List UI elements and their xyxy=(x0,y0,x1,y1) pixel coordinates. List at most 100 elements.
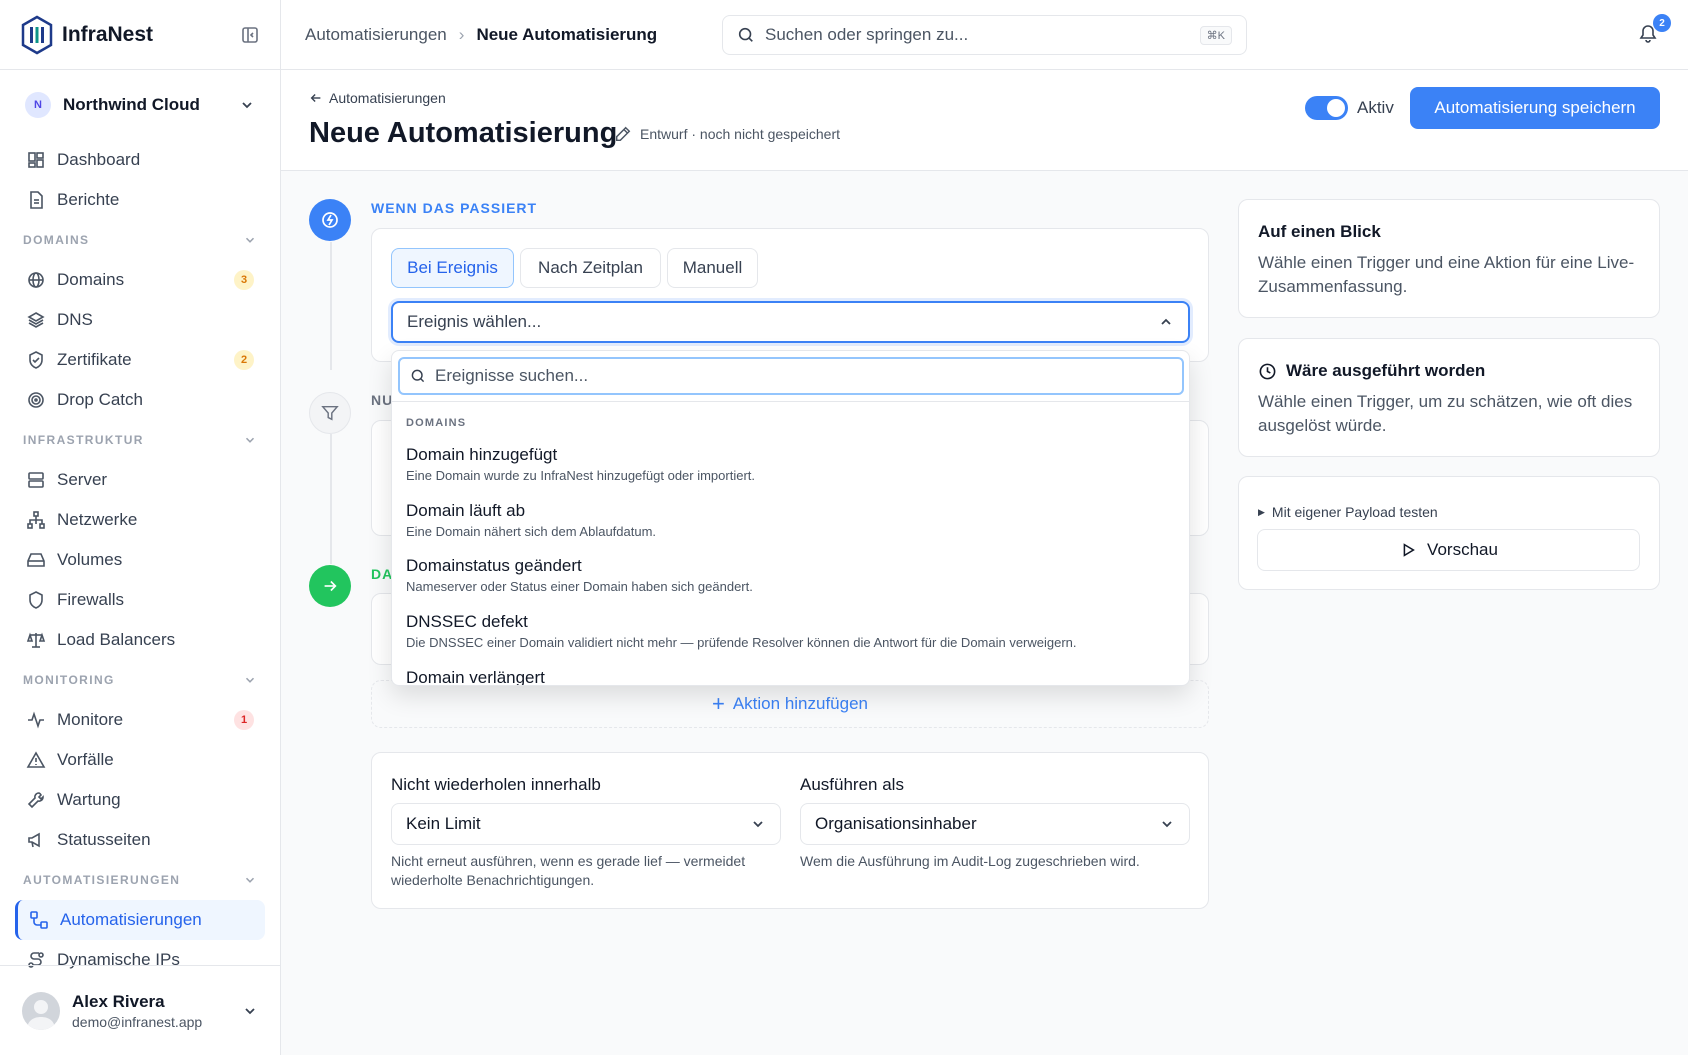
trigger-step-icon xyxy=(309,199,351,241)
sidebar-item-label: Zertifikate xyxy=(57,350,132,369)
sidebar-item-label: Automatisierungen xyxy=(60,910,202,929)
sidebar-item-netzwerke[interactable]: Netzwerke xyxy=(0,500,280,540)
arrow-right-icon xyxy=(324,580,337,592)
event-select-placeholder: Ereignis wählen... xyxy=(407,312,542,331)
no-repeat-value: Kein Limit xyxy=(406,814,481,833)
section-automatisierungen[interactable]: AUTOMATISIERUNGEN xyxy=(0,860,280,900)
glance-title: Auf einen Blick xyxy=(1258,222,1381,241)
sidebar-item-drop-catch[interactable]: Drop Catch xyxy=(0,380,280,420)
alert-triangle-icon xyxy=(26,751,46,768)
chevron-down-icon xyxy=(242,102,252,109)
sidebar-item-label: Wartung xyxy=(57,790,121,809)
user-silhouette-icon xyxy=(27,999,55,1030)
topbar: Automatisierungen › Neue Automatisierung… xyxy=(281,0,1688,70)
user-name: Alex Rivera xyxy=(72,991,165,1011)
section-infrastruktur[interactable]: INFRASTRUKTUR xyxy=(0,420,280,460)
sidebar-item-zertifikate[interactable]: Zertifikate 2 xyxy=(0,340,280,380)
chevron-down-icon xyxy=(245,677,255,683)
event-option[interactable]: Domain läuft ab Eine Domain nähert sich … xyxy=(406,501,656,539)
settings-card: Nicht wiederholen innerhalb Kein Limit N… xyxy=(371,752,1209,909)
sidebar-item-firewalls[interactable]: Firewalls xyxy=(0,580,280,620)
run-as-value: Organisationsinhaber xyxy=(815,814,977,833)
section-domains[interactable]: DOMAINS xyxy=(0,220,280,260)
payload-label: Mit eigener Payload testen xyxy=(1271,504,1438,520)
notifications-button[interactable]: 2 xyxy=(1638,14,1671,45)
event-option[interactable]: DNSSEC defekt Die DNSSEC einer Domain va… xyxy=(406,612,1077,650)
sidebar-item-berichte[interactable]: Berichte xyxy=(0,180,280,220)
global-search-input[interactable]: Suchen oder springen zu... ⌘K xyxy=(722,15,1247,55)
save-automation-button[interactable]: Automatisierung speichern xyxy=(1410,87,1660,129)
step-connector xyxy=(330,434,332,564)
hard-drive-icon xyxy=(27,553,45,567)
would-run-body: Wähle einen Trigger, um zu schätzen, wie… xyxy=(1258,392,1633,435)
section-title: INFRASTRUKTUR xyxy=(23,433,144,447)
user-menu[interactable]: Alex Rivera demo@infranest.app xyxy=(0,965,280,1055)
sidebar-item-monitore[interactable]: Monitore 1 xyxy=(0,700,280,740)
sidebar-item-dashboard[interactable]: Dashboard xyxy=(0,140,280,180)
count-badge: 3 xyxy=(234,270,254,290)
chevron-down-icon xyxy=(245,1007,255,1014)
workflow-icon xyxy=(30,911,48,929)
draft-status: Entwurf · noch nicht gespeichert xyxy=(640,126,840,142)
run-as-label: Ausführen als xyxy=(800,775,904,794)
event-option[interactable]: Domain verlängert xyxy=(406,668,545,685)
add-action-button[interactable]: + Aktion hinzufügen xyxy=(371,680,1209,728)
trigger-step-label: WENN DAS PASSIERT xyxy=(371,200,538,216)
would-run-card: Wäre ausgeführt worden Wähle einen Trigg… xyxy=(1238,338,1660,457)
option-title: DNSSEC defekt xyxy=(406,612,528,631)
page-title: Neue Automatisierung xyxy=(309,117,618,149)
event-option[interactable]: Domainstatus geändert Nameserver oder St… xyxy=(406,556,753,594)
no-repeat-label: Nicht wiederholen innerhalb xyxy=(391,775,601,794)
clock-icon xyxy=(1259,363,1276,379)
tab-nach-zeitplan[interactable]: Nach Zeitplan xyxy=(520,248,661,288)
dashboard-icon xyxy=(28,152,44,168)
section-monitoring[interactable]: MONITORING xyxy=(0,660,280,700)
event-search-input[interactable]: Ereignisse suchen... xyxy=(398,357,1184,395)
org-switcher[interactable]: N Northwind Cloud xyxy=(0,70,280,140)
lightning-icon xyxy=(322,212,338,228)
would-run-title: Wäre ausgeführt worden xyxy=(1286,361,1486,380)
sidebar-item-automatisierungen[interactable]: Automatisierungen xyxy=(15,900,265,940)
sidebar-item-dns[interactable]: DNS xyxy=(0,300,280,340)
no-repeat-select[interactable]: Kein Limit xyxy=(391,803,781,845)
count-badge: 2 xyxy=(234,350,254,370)
sidebar-item-label: Server xyxy=(57,470,108,489)
event-option[interactable]: Domain hinzugefügt Eine Domain wurde zu … xyxy=(406,445,755,483)
option-title: Domainstatus geändert xyxy=(406,556,582,575)
sidebar-item-vorfaelle[interactable]: Vorfälle xyxy=(0,740,280,780)
pencil-icon[interactable] xyxy=(614,125,632,143)
sidebar: InfraNest N Northwind Cloud Dashboard Be… xyxy=(0,0,281,1055)
sidebar-item-label: Volumes xyxy=(57,550,123,569)
event-select[interactable]: Ereignis wählen... xyxy=(391,301,1190,343)
section-title: DOMAINS xyxy=(23,233,90,247)
sidebar-item-load-balancers[interactable]: Load Balancers xyxy=(0,620,280,660)
filter-icon xyxy=(321,405,339,421)
active-toggle[interactable] xyxy=(1305,96,1348,120)
would-run-heading: Wäre ausgeführt worden xyxy=(1258,361,1485,381)
tab-manuell[interactable]: Manuell xyxy=(667,248,758,288)
event-dropdown: Ereignisse suchen... DOMAINS Domain hinz… xyxy=(391,350,1190,686)
notification-count: 2 xyxy=(1653,14,1671,32)
chevron-up-icon xyxy=(1161,318,1171,325)
sidebar-item-statusseiten[interactable]: Statusseiten xyxy=(0,820,280,860)
active-label: Aktiv xyxy=(1357,98,1394,117)
server-icon xyxy=(28,472,44,488)
sidebar-item-label: Berichte xyxy=(57,190,120,209)
back-link[interactable]: Automatisierungen xyxy=(309,90,446,106)
option-title: Domain läuft ab xyxy=(406,501,526,520)
filter-step-label: NU xyxy=(371,392,394,408)
sidebar-item-wartung[interactable]: Wartung xyxy=(0,780,280,820)
sidebar-item-server[interactable]: Server xyxy=(0,460,280,500)
sidebar-collapse-icon[interactable] xyxy=(240,25,260,45)
preview-button[interactable]: Vorschau xyxy=(1257,529,1640,571)
triangle-right-icon: ▶ xyxy=(1258,506,1265,517)
sidebar-item-volumes[interactable]: Volumes xyxy=(0,540,280,580)
sidebar-item-label: Firewalls xyxy=(57,590,125,609)
breadcrumb-parent[interactable]: Automatisierungen xyxy=(305,25,447,45)
payload-toggle[interactable]: ▶ Mit eigener Payload testen xyxy=(1258,504,1438,520)
run-as-select[interactable]: Organisationsinhaber xyxy=(800,803,1190,845)
sidebar-item-label: Drop Catch xyxy=(57,390,143,409)
tab-bei-ereignis[interactable]: Bei Ereignis xyxy=(391,248,514,288)
action-step-label: DA xyxy=(371,566,394,582)
sidebar-item-domains[interactable]: Domains 3 xyxy=(0,260,280,300)
